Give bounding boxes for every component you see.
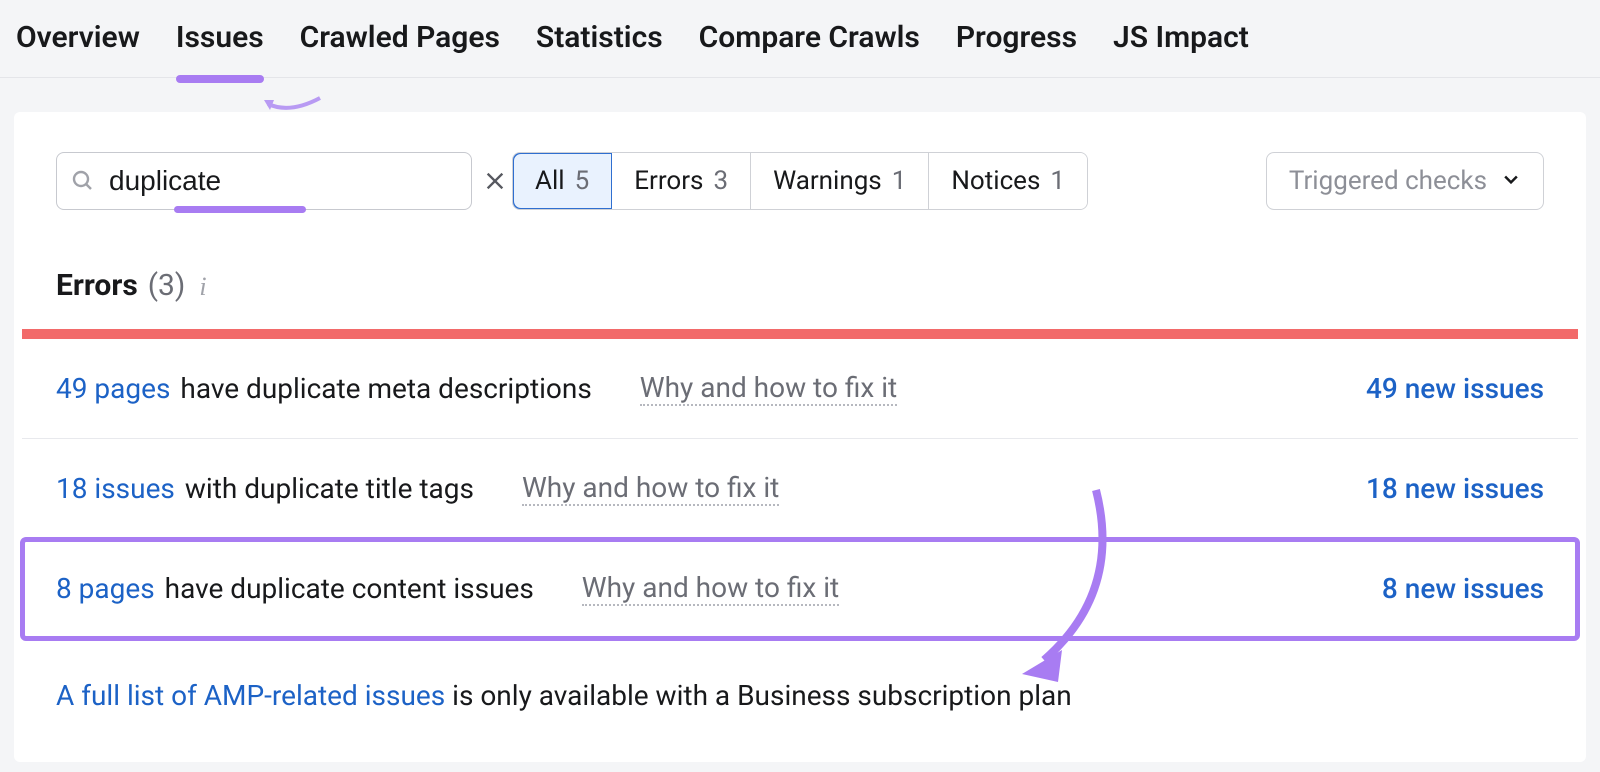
tab-progress[interactable]: Progress — [956, 12, 1077, 77]
filter-count: 3 — [713, 166, 728, 196]
tab-js-impact[interactable]: JS Impact — [1113, 12, 1249, 77]
new-issues-link[interactable]: 49 new issues — [1366, 372, 1544, 405]
issue-count-link[interactable]: 8 pages — [56, 572, 155, 605]
new-issues-link[interactable]: 18 new issues — [1366, 472, 1544, 505]
filter-all[interactable]: All 5 — [513, 153, 612, 209]
new-issues-link[interactable]: 8 new issues — [1382, 572, 1544, 605]
amp-upsell-row: A full list of AMP-related issues is onl… — [22, 639, 1578, 762]
section-header: Errors (3) i — [22, 210, 1578, 329]
issue-row: 18 issues with duplicate title tags Why … — [22, 439, 1578, 539]
search-icon — [71, 169, 95, 193]
issue-description: have duplicate meta descriptions — [180, 372, 591, 405]
clear-search-button[interactable] — [484, 170, 506, 192]
filter-label: Notices — [951, 166, 1040, 196]
triggered-checks-label: Triggered checks — [1289, 166, 1487, 196]
filter-count: 1 — [892, 166, 907, 196]
why-fix-link[interactable]: Why and how to fix it — [582, 571, 839, 606]
filter-notices[interactable]: Notices 1 — [929, 153, 1087, 209]
nav-tabs: Overview Issues Crawled Pages Statistics… — [0, 0, 1600, 78]
tab-overview[interactable]: Overview — [16, 12, 140, 77]
search-box[interactable] — [56, 152, 472, 210]
issues-panel: All 5 Errors 3 Warnings 1 Notices 1 Trig… — [14, 112, 1586, 762]
tab-statistics[interactable]: Statistics — [536, 12, 663, 77]
filter-warnings[interactable]: Warnings 1 — [751, 153, 929, 209]
why-fix-link[interactable]: Why and how to fix it — [640, 371, 897, 406]
filter-count: 5 — [575, 166, 590, 196]
issue-count-link[interactable]: 18 issues — [56, 472, 175, 505]
filter-label: Errors — [634, 166, 703, 196]
tab-crawled-pages[interactable]: Crawled Pages — [300, 12, 500, 77]
amp-issues-link[interactable]: A full list of AMP-related issues — [56, 679, 445, 712]
issue-count-link[interactable]: 49 pages — [56, 372, 170, 405]
filter-errors[interactable]: Errors 3 — [612, 153, 751, 209]
filter-tabs: All 5 Errors 3 Warnings 1 Notices 1 — [512, 152, 1088, 210]
tab-compare-crawls[interactable]: Compare Crawls — [699, 12, 920, 77]
search-input[interactable] — [109, 165, 470, 197]
tab-issues[interactable]: Issues — [176, 12, 264, 77]
filter-label: Warnings — [773, 166, 882, 196]
issue-description: have duplicate content issues — [165, 572, 534, 605]
why-fix-link[interactable]: Why and how to fix it — [522, 471, 779, 506]
chevron-down-icon — [1501, 166, 1521, 196]
issue-row: 49 pages have duplicate meta description… — [22, 339, 1578, 439]
section-count: (3) — [148, 268, 186, 303]
filter-label: All — [535, 166, 565, 196]
errors-severity-bar — [22, 329, 1578, 339]
info-icon[interactable]: i — [195, 272, 206, 302]
amp-rest-text: is only available with a Business subscr… — [445, 679, 1072, 712]
toolbar: All 5 Errors 3 Warnings 1 Notices 1 Trig… — [22, 152, 1578, 210]
section-title: Errors — [56, 268, 138, 303]
triggered-checks-dropdown[interactable]: Triggered checks — [1266, 152, 1544, 210]
issue-description: with duplicate title tags — [185, 472, 474, 505]
issue-row-highlighted: 8 pages have duplicate content issues Wh… — [22, 539, 1578, 639]
filter-count: 1 — [1050, 166, 1065, 196]
